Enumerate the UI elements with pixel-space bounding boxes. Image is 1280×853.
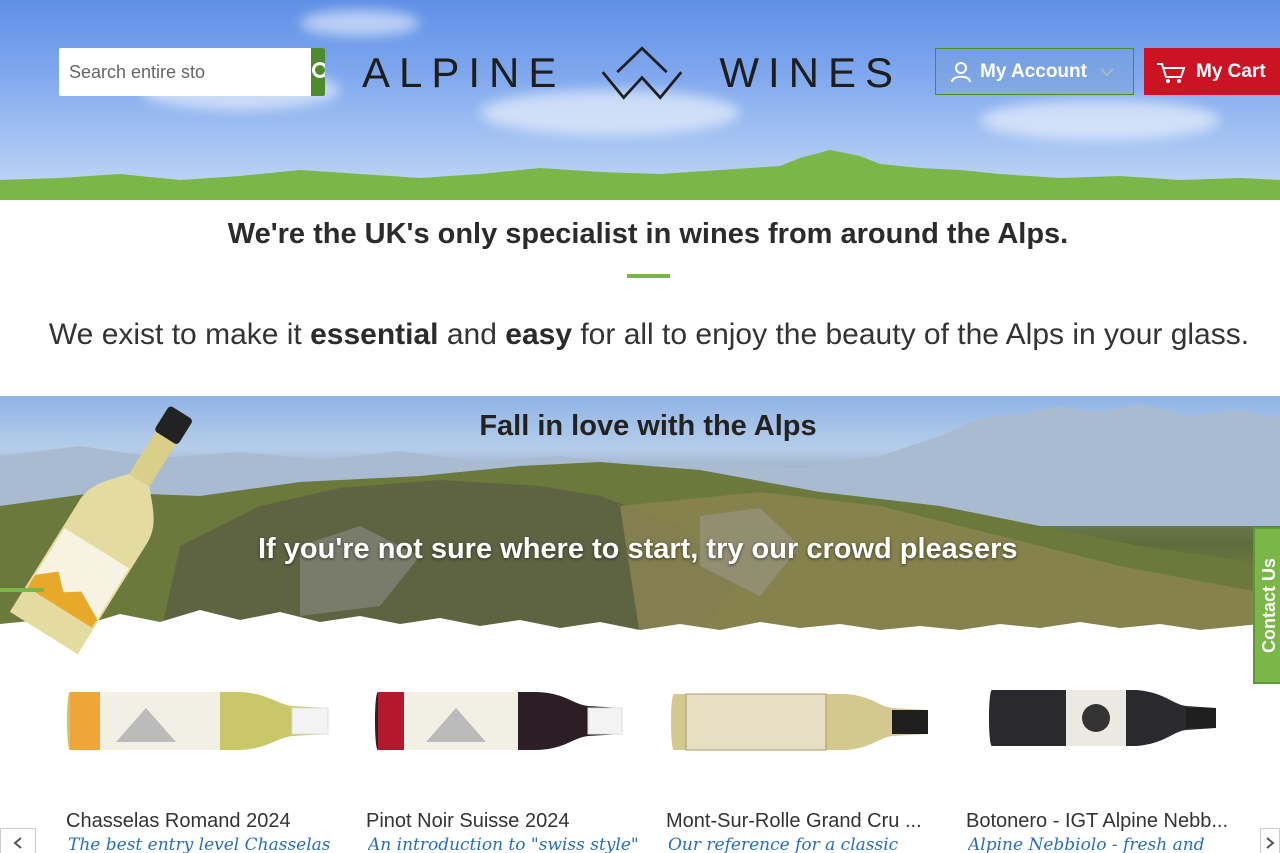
carousel-prev-button[interactable]: [0, 828, 36, 853]
cloud-decoration: [980, 100, 1220, 140]
carousel-next-button[interactable]: [1260, 828, 1280, 853]
green-hills-silhouette: [0, 150, 1280, 200]
chevron-down-icon: [1100, 67, 1114, 77]
product-tagline: Our reference for a classic: [668, 835, 899, 853]
alpine-wines-logo[interactable]: ALPINE WINES: [362, 40, 902, 106]
product-card[interactable]: Chasselas Romand 2024 The best entry lev…: [66, 672, 346, 853]
logo-text-left: ALPINE: [362, 49, 566, 96]
product-image: [67, 692, 329, 750]
user-icon: [951, 61, 971, 82]
site-header: ALPINE WINES My Account My Cart: [0, 0, 1280, 200]
mission-text: for all to enjoy the beauty of the Alps …: [572, 318, 1250, 351]
page-headline: We're the UK's only specialist in wines …: [227, 218, 1069, 250]
mountain-logo-icon: [602, 46, 683, 100]
product-name[interactable]: Botonero - IGT Alpine Nebb...: [966, 810, 1236, 833]
my-cart-button[interactable]: My Cart: [1144, 48, 1280, 95]
mission-text: and: [438, 318, 506, 351]
contact-us-label: Contact Us: [1258, 557, 1279, 654]
divider: [627, 274, 670, 278]
product-name[interactable]: Chasselas Romand 2024: [66, 810, 336, 833]
my-cart-label: My Cart: [1196, 60, 1266, 82]
cloud-decoration: [300, 10, 420, 36]
search-button[interactable]: [311, 48, 325, 96]
carousel-indicator[interactable]: [0, 588, 44, 592]
product-tagline: The best entry level Chasselas: [68, 835, 331, 853]
search-box: [59, 48, 325, 96]
cart-icon: [1157, 62, 1186, 83]
contact-us-tab[interactable]: Contact Us: [1253, 527, 1280, 684]
product-card[interactable]: Pinot Noir Suisse 2024 An introduction t…: [366, 672, 646, 853]
chevron-right-icon: [1266, 837, 1275, 849]
product-tagline: An introduction to "swiss style": [368, 835, 638, 853]
hero-subtitle[interactable]: If you're not sure where to start, try o…: [258, 533, 1017, 566]
search-input[interactable]: [59, 48, 311, 96]
product-image: [671, 693, 928, 751]
mission-emphasis: easy: [505, 318, 573, 351]
mission-text: We exist to make it: [48, 318, 311, 351]
product-image: [989, 690, 1216, 746]
product-card[interactable]: Botonero - IGT Alpine Nebb... Alpine Neb…: [966, 672, 1246, 853]
mission-emphasis: essential: [310, 318, 439, 351]
featured-wine-bottle-image: [10, 406, 192, 655]
product-name[interactable]: Pinot Noir Suisse 2024: [366, 810, 636, 833]
my-account-button[interactable]: My Account: [935, 48, 1134, 95]
chevron-left-icon: [13, 837, 22, 849]
search-icon: [312, 62, 325, 78]
product-name[interactable]: Mont-Sur-Rolle Grand Cru ...: [666, 810, 936, 833]
product-image: [375, 692, 623, 750]
product-card[interactable]: Mont-Sur-Rolle Grand Cru ... Our referen…: [666, 672, 946, 853]
logo-text-right: WINES: [719, 49, 902, 96]
mission-statement: We exist to make it essential and easy f…: [0, 318, 1280, 352]
my-account-label: My Account: [980, 60, 1087, 82]
product-tagline: Alpine Nebbiolo - fresh and: [968, 835, 1205, 853]
